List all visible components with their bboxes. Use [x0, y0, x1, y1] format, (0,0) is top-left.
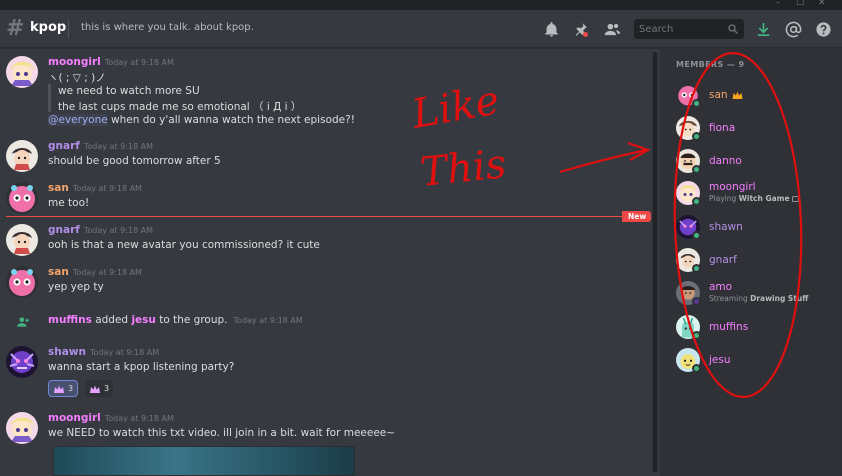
members-header: MEMBERS — 9 — [676, 60, 745, 69]
channel-name: kpop — [30, 20, 67, 35]
member-name: fiona — [709, 122, 736, 134]
header-divider — [68, 20, 69, 38]
member-list: MEMBERS — 9 san fiona danno moongirl Pla… — [660, 48, 842, 476]
online-status-icon — [692, 264, 701, 273]
search-icon — [728, 24, 738, 34]
member-muffins[interactable]: muffins — [674, 315, 834, 345]
avatar[interactable] — [6, 140, 38, 172]
member-name: moongirl — [709, 181, 756, 193]
streaming-status-icon — [692, 297, 701, 306]
embed-image[interactable] — [53, 446, 355, 476]
message-text: yep yep ty — [48, 281, 104, 293]
window-titlebar: – ☐ ✕ — [0, 0, 842, 10]
message-list[interactable]: moongirl Today at 9:18 AM ヽ( ; ▽ ; )ノ we … — [0, 48, 656, 476]
message-text: ヽ( ; ▽ ; )ノ — [48, 72, 106, 84]
online-status-icon — [692, 99, 701, 108]
member-moongirl[interactable]: moongirl Playing Witch Game — [674, 180, 834, 210]
avatar[interactable] — [6, 56, 38, 88]
member-name: san — [709, 89, 728, 101]
avatar[interactable] — [6, 346, 38, 378]
members-icon[interactable] — [602, 19, 622, 39]
member-gnarf[interactable]: gnarf — [674, 248, 834, 278]
member-activity: Playing Witch Game — [709, 194, 799, 203]
close-icon[interactable]: ✕ — [818, 0, 826, 8]
search-input[interactable] — [639, 22, 725, 36]
member-jesu[interactable]: jesu — [674, 348, 834, 378]
channel-header: # kpop this is where you talk. about kpo… — [0, 10, 842, 48]
member-fiona[interactable]: fiona — [674, 116, 834, 146]
message-author[interactable]: shawn Today at 9:18 AM — [48, 346, 159, 358]
mention-icon[interactable] — [783, 19, 803, 39]
message-author[interactable]: san Today at 9:18 AM — [48, 266, 142, 278]
member-name: danno — [709, 155, 742, 167]
avatar[interactable] — [6, 224, 38, 256]
download-icon[interactable] — [753, 19, 773, 39]
online-status-icon — [692, 231, 701, 240]
message-text: me too! — [48, 197, 90, 209]
hashtag-icon: # — [6, 16, 25, 41]
member-name: gnarf — [709, 254, 737, 266]
search-box[interactable] — [634, 19, 744, 39]
online-status-icon — [692, 364, 701, 373]
message-author[interactable]: san Today at 9:18 AM — [48, 182, 142, 194]
pin-icon[interactable] — [570, 19, 590, 39]
user-add-icon — [17, 317, 29, 327]
member-name: muffins — [709, 321, 749, 333]
message-text: ooh is that a new avatar you commissione… — [48, 239, 320, 251]
message-author[interactable]: moongirl Today at 9:18 AM — [48, 412, 174, 424]
member-san[interactable]: san — [674, 83, 834, 113]
message-text: @everyone when do y'all wanna watch the … — [48, 114, 355, 126]
user-link[interactable]: jesu — [131, 314, 155, 326]
new-messages-divider — [6, 216, 648, 217]
user-link[interactable]: muffins — [48, 314, 92, 326]
game-icon — [791, 196, 799, 202]
message-text: we NEED to watch this txt video. ill joi… — [48, 427, 396, 439]
message-text: the last cups made me so emotional （ i Д… — [58, 101, 302, 113]
message-text: wanna start a kpop listening party? — [48, 361, 235, 373]
online-status-icon — [692, 197, 701, 206]
online-status-icon — [692, 165, 701, 174]
crown-icon — [90, 385, 100, 393]
system-message-text: muffins added jesu to the group. Today at… — [48, 314, 303, 326]
message-text: should be good tomorrow after 5 — [48, 155, 221, 167]
avatar[interactable] — [6, 182, 38, 214]
crown-icon — [732, 91, 743, 99]
member-shawn[interactable]: shawn — [674, 215, 834, 245]
member-activity: Streaming Drawing Stuff — [709, 294, 809, 303]
message-author[interactable]: gnarf Today at 9:18 AM — [48, 224, 153, 236]
new-messages-badge: New — [622, 211, 652, 222]
member-amo[interactable]: amo Streaming Drawing Stuff — [674, 280, 834, 310]
crown-icon — [54, 385, 64, 393]
help-icon[interactable] — [813, 19, 833, 39]
online-status-icon — [692, 331, 701, 340]
message-author[interactable]: moongirl Today at 9:18 AM — [48, 56, 174, 68]
minimize-icon[interactable]: – — [776, 0, 781, 8]
online-status-icon — [692, 132, 701, 141]
scrollbar-thumb[interactable] — [653, 52, 657, 472]
member-name: jesu — [709, 354, 731, 366]
message-text: we need to watch more SU — [58, 85, 200, 97]
message-author[interactable]: gnarf Today at 9:18 AM — [48, 140, 153, 152]
avatar[interactable] — [6, 412, 38, 444]
member-danno[interactable]: danno — [674, 149, 834, 179]
maximize-icon[interactable]: ☐ — [796, 0, 804, 8]
avatar[interactable] — [6, 266, 38, 298]
member-name: amo — [709, 281, 733, 293]
reaction-button[interactable]: 3 — [85, 380, 114, 397]
bell-icon[interactable] — [541, 19, 561, 39]
everyone-mention[interactable]: @everyone — [48, 114, 108, 126]
member-name: shawn — [709, 221, 743, 233]
blockquote-bar — [48, 84, 51, 112]
channel-topic: this is where you talk. about kpop. — [81, 22, 254, 33]
reaction-button[interactable]: 3 — [48, 380, 79, 397]
